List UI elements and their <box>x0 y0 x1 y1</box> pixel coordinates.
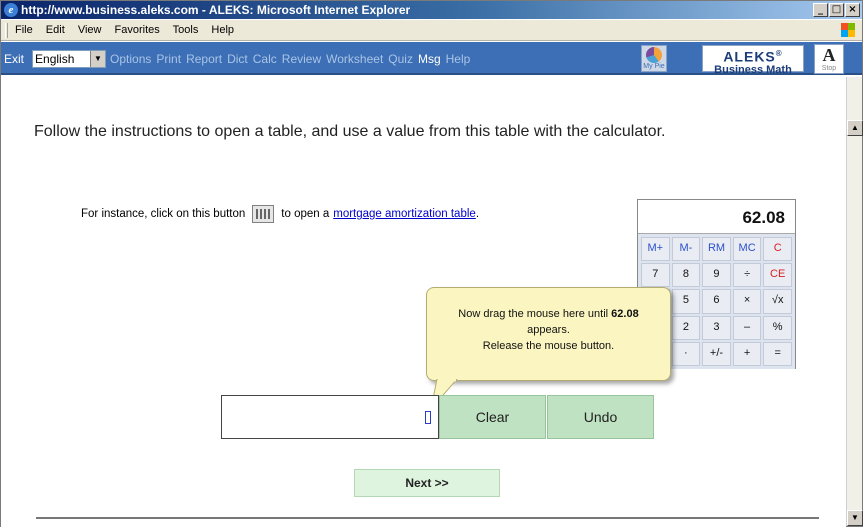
menu-file[interactable]: File <box>15 24 33 36</box>
minimize-button[interactable]: _ <box>813 3 828 17</box>
key-multiply[interactable]: × <box>732 289 762 314</box>
key-rm[interactable]: RM <box>702 237 731 262</box>
toolbar-help[interactable]: Help <box>446 51 471 68</box>
toolbar-calc[interactable]: Calc <box>253 51 277 68</box>
key-m-plus[interactable]: M+ <box>641 237 670 262</box>
windows-logo-icon <box>840 22 856 38</box>
toolbar-msg[interactable]: Msg <box>418 51 441 68</box>
toolbar-print[interactable]: Print <box>156 51 181 68</box>
period: . <box>475 208 480 220</box>
undo-button[interactable]: Undo <box>547 395 654 439</box>
aleks-logo: ALEKS® Business Math <box>702 45 804 76</box>
internet-explorer-icon: e <box>4 3 18 17</box>
table-icon-button[interactable] <box>252 205 275 223</box>
aleks-a-icon: A <box>822 45 836 65</box>
for-instance-prefix: For instance, click on this button <box>81 208 246 220</box>
registered-mark: ® <box>775 49 783 58</box>
key-clear-entry[interactable]: CE <box>763 263 792 288</box>
my-pie-label: My Pie <box>643 63 665 70</box>
instruction-text: Follow the instructions to open a table,… <box>34 123 666 140</box>
vertical-scrollbar[interactable]: ▲ ▼ <box>846 77 863 526</box>
browser-window: e http://www.business.aleks.com - ALEKS:… <box>0 0 863 528</box>
scroll-up-icon[interactable]: ▲ <box>847 120 863 136</box>
my-pie-button[interactable]: My Pie <box>641 45 667 72</box>
key-3[interactable]: 3 <box>702 315 731 340</box>
key-percent[interactable]: % <box>763 315 792 340</box>
language-select[interactable]: English ▼ <box>32 50 107 68</box>
maximize-button[interactable]: □ <box>829 3 844 17</box>
key-plus[interactable]: + <box>732 341 762 366</box>
brand-name: ALEKS <box>723 48 776 65</box>
key-m-minus[interactable]: M- <box>671 237 701 262</box>
exit-link[interactable]: Exit <box>4 51 24 68</box>
key-plus-minus[interactable]: +/- <box>702 341 731 366</box>
aleks-toolbar: Exit English ▼ Options Print Report Dict… <box>1 42 862 76</box>
tooltip-value: 62.08 <box>611 308 639 320</box>
key-5[interactable]: 5 <box>671 289 701 314</box>
main-content: Follow the instructions to open a table,… <box>1 77 846 528</box>
tooltip-line3: Release the mouse button. <box>482 340 615 352</box>
key-minus[interactable]: – <box>732 315 762 340</box>
scroll-down-icon[interactable]: ▼ <box>847 510 863 526</box>
toolbar-dict[interactable]: Dict <box>227 51 248 68</box>
key-clear[interactable]: C <box>763 237 792 262</box>
toolbar-report[interactable]: Report <box>186 51 222 68</box>
menu-grip <box>5 23 8 38</box>
window-title: http://www.business.aleks.com - ALEKS: M… <box>21 3 411 17</box>
tooltip-line1: Now drag the mouse here until <box>458 308 609 320</box>
toolbar-options[interactable]: Options <box>110 51 151 68</box>
key-equals[interactable]: = <box>763 341 792 366</box>
mortgage-table-link[interactable]: mortgage amortization table <box>333 208 476 220</box>
menu-favorites[interactable]: Favorites <box>115 24 160 36</box>
menu-bar: File Edit View Favorites Tools Help <box>1 20 862 41</box>
text-cursor <box>425 411 431 424</box>
key-sqrt[interactable]: √x <box>763 289 792 314</box>
stop-button[interactable]: A Stop <box>814 44 844 74</box>
key-9[interactable]: 9 <box>702 263 731 288</box>
key-6[interactable]: 6 <box>702 289 731 314</box>
key-8[interactable]: 8 <box>671 263 701 288</box>
menu-view[interactable]: View <box>78 24 102 36</box>
toolbar-review[interactable]: Review <box>282 51 321 68</box>
language-value: English <box>35 52 75 66</box>
next-button[interactable]: Next >> <box>354 469 500 497</box>
for-instance-middle: to open a <box>281 208 330 220</box>
toolbar-worksheet[interactable]: Worksheet <box>326 51 383 68</box>
clear-button[interactable]: Clear <box>439 395 546 439</box>
chevron-down-icon[interactable]: ▼ <box>90 51 106 67</box>
title-bar: e http://www.business.aleks.com - ALEKS:… <box>1 1 862 19</box>
menu-tools[interactable]: Tools <box>173 24 199 36</box>
tooltip-line2: appears. <box>527 324 570 336</box>
divider <box>36 517 819 519</box>
stop-label: Stop <box>821 65 837 72</box>
pie-chart-icon <box>646 47 662 63</box>
key-2[interactable]: 2 <box>671 315 701 340</box>
menu-help[interactable]: Help <box>211 24 234 36</box>
key-decimal[interactable]: · <box>671 341 701 366</box>
key-7[interactable]: 7 <box>641 263 670 288</box>
drag-tooltip: Now drag the mouse here until 62.08 appe… <box>426 287 671 381</box>
close-button[interactable]: × <box>845 3 860 17</box>
toolbar-quiz[interactable]: Quiz <box>388 51 413 68</box>
brand-subtitle: Business Math <box>714 63 792 76</box>
menu-edit[interactable]: Edit <box>46 24 65 36</box>
for-instance-text: For instance, click on this button to op… <box>81 205 479 223</box>
key-divide[interactable]: ÷ <box>732 263 762 288</box>
key-mc[interactable]: MC <box>732 237 762 262</box>
calculator-display[interactable]: 62.08 <box>638 200 795 234</box>
answer-input[interactable] <box>221 395 439 439</box>
